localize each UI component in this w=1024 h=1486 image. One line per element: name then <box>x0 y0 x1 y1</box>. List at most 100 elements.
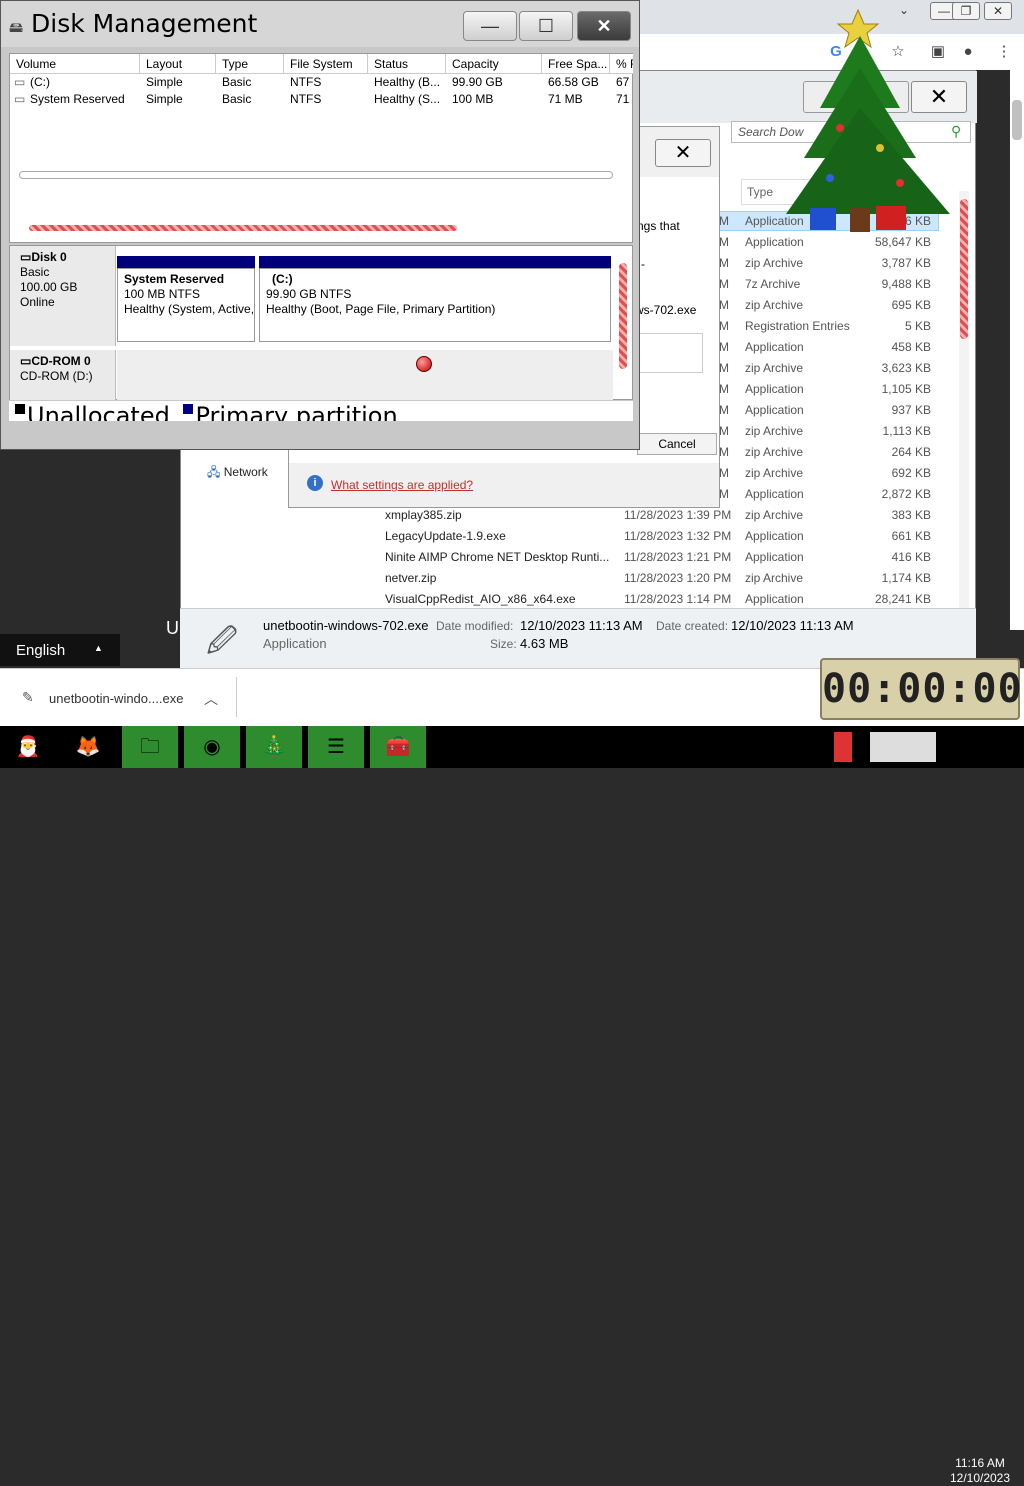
disk-vscroll-thumb[interactable] <box>619 263 627 369</box>
dm-title: Disk Management <box>31 9 258 38</box>
file-row[interactable]: LegacyUpdate-1.9.exe 11/28/2023 1:32 PM Ap… <box>181 526 961 547</box>
file-size: 1,174 KB <box>881 571 931 585</box>
download-filename[interactable]: unetbootin-windo....exe <box>49 691 183 706</box>
partial-column: M <box>719 298 729 312</box>
file-size: 661 KB <box>891 529 931 543</box>
partial-column: M <box>719 382 729 396</box>
column-header[interactable]: Volume <box>10 54 140 74</box>
unallocated-swatch <box>15 404 25 414</box>
file-type: zip Archive <box>745 508 804 522</box>
file-size: 3,623 KB <box>881 361 931 375</box>
column-header[interactable]: Capacity <box>446 54 542 74</box>
file-name: VisualCppRedist_AIO_x86_x64.exe <box>385 592 576 606</box>
volume-hscroll-thumb[interactable] <box>29 225 457 231</box>
file-row[interactable]: netver.zip 11/28/2023 1:20 PM zip Archive 1… <box>181 568 961 589</box>
legend: Unallocated Primary partition <box>9 401 633 421</box>
settings-applied-link[interactable]: What settings are applied? <box>331 478 473 492</box>
cancel-button[interactable]: Cancel <box>637 433 717 455</box>
file-row[interactable]: xmplay385.zip 11/28/2023 1:39 PM zip Archi… <box>181 505 961 526</box>
system-clock[interactable]: 11:16 AM 12/10/2023 <box>942 1456 1018 1486</box>
file-size: 264 KB <box>891 445 931 459</box>
volume-cell: Simple <box>146 92 183 106</box>
partial-column: M <box>719 403 729 417</box>
dialog-close-button[interactable]: ✕ <box>655 139 711 167</box>
details-modified: 12/10/2023 11:13 AM <box>520 618 643 633</box>
dialog-text-1: ngs that <box>637 219 680 233</box>
tray-icons[interactable] <box>870 732 936 762</box>
nav-network[interactable]: 🖧 Network <box>207 463 268 484</box>
countdown-timer[interactable]: 00:00:00 <box>820 658 1022 720</box>
file-size: 458 KB <box>891 340 931 354</box>
partition-system-reserved[interactable]: System Reserved 100 MB NTFS Healthy (Sys… <box>117 268 255 342</box>
disk0-label[interactable]: ▭Disk 0 Basic 100.00 GB Online <box>10 246 116 346</box>
column-header[interactable]: File System <box>284 54 368 74</box>
file-size: 5 KB <box>904 319 931 333</box>
volume-cell: Basic <box>222 92 252 106</box>
volume-list: Volume Layout Type File System Status Capacit… <box>9 53 634 243</box>
tray-flag-icon[interactable] <box>834 732 852 762</box>
explorer-scroll-thumb[interactable] <box>960 199 968 339</box>
column-header[interactable]: Layout <box>140 54 216 74</box>
partial-column: M <box>719 424 729 438</box>
toolbox-icon[interactable]: 🧰 <box>370 726 426 768</box>
volume-cell: 71 <box>616 92 630 106</box>
file-type: Application <box>745 529 804 543</box>
list-app-icon[interactable]: ☰ <box>308 726 364 768</box>
cdrom-label[interactable]: ▭CD-ROM 0 CD-ROM (D:) <box>10 350 116 400</box>
profile-icon[interactable]: ● <box>958 42 978 62</box>
download-divider <box>236 677 237 717</box>
dm-maximize-button[interactable]: ☐ <box>519 11 573 41</box>
disk0-state: Online <box>20 295 55 309</box>
details-modified-label: Date modified: <box>436 619 514 633</box>
browser-close-button[interactable]: ✕ <box>984 2 1012 20</box>
file-type: Registration Entries <box>745 319 850 333</box>
file-date: 11/28/2023 1:32 PM <box>624 529 732 543</box>
cursor-ball-icon <box>416 356 432 372</box>
volume-row[interactable]: (C:) Simple Basic NTFS Healthy (B... 99.90 GB… <box>10 74 630 91</box>
page-scroll-thumb[interactable] <box>1012 100 1022 140</box>
file-type: Application <box>745 340 804 354</box>
part2-name: (C:) <box>272 272 293 286</box>
file-size: 937 KB <box>891 403 931 417</box>
tree-app-icon[interactable]: 🎄 <box>246 726 302 768</box>
file-explorer-icon[interactable]: 🗀 <box>122 726 178 768</box>
volume-hscrollbar[interactable] <box>19 171 613 179</box>
column-header[interactable]: Free Spa... <box>542 54 610 74</box>
part2-bar <box>259 256 611 268</box>
column-header[interactable]: % F <box>610 54 634 74</box>
dialog-field[interactable] <box>635 333 703 373</box>
taskbar: 🎅 🦊 🗀 ◉ 🎄 ☰ 🧰 11:16 AM 12/10/2023 <box>0 726 1024 1485</box>
dm-close-button[interactable]: ✕ <box>577 11 631 41</box>
details-created-label: Date created: <box>656 619 729 633</box>
file-date: 11/28/2023 1:14 PM <box>624 592 732 606</box>
details-created: 12/10/2023 11:13 AM <box>731 618 854 633</box>
partial-column: M <box>719 361 729 375</box>
dm-minimize-button[interactable]: — <box>463 11 517 41</box>
partial-column: M <box>719 340 729 354</box>
usb-app-icon: 🖉 <box>206 625 238 658</box>
partition-c[interactable]: (C:) 99.90 GB NTFS Healthy (Boot, Page F… <box>259 268 611 342</box>
language-selector[interactable]: English ▲ <box>0 634 120 666</box>
legend-unallocated: Unallocated <box>27 402 170 421</box>
file-row[interactable]: VisualCppRedist_AIO_x86_x64.exe 11/28/202… <box>181 589 961 610</box>
file-size: 28,241 KB <box>874 592 931 606</box>
file-name: xmplay385.zip <box>385 508 462 522</box>
firefox-icon[interactable]: 🦊 <box>60 726 116 768</box>
column-header[interactable]: Type <box>216 54 284 74</box>
volume-cell: NTFS <box>290 92 322 106</box>
file-size: 1,105 KB <box>881 382 931 396</box>
disk0-size: 100.00 GB <box>20 280 78 294</box>
part2-size: 99.90 GB NTFS <box>266 287 352 301</box>
menu-icon[interactable]: ⋮ <box>994 42 1014 62</box>
start-santa-icon[interactable]: 🎅 <box>0 726 56 768</box>
file-type: Application <box>745 550 804 564</box>
clock-date: 12/10/2023 <box>949 1471 1011 1485</box>
volume-cell: (C:) <box>30 75 50 89</box>
file-row[interactable]: Ninite AIMP Chrome NET Desktop Runti... 1… <box>181 547 961 568</box>
page-scrollbar[interactable] <box>1010 70 1024 630</box>
volume-row[interactable]: System Reserved Simple Basic NTFS Healthy (S… <box>10 91 630 108</box>
download-chevron-up-icon[interactable]: ︿ <box>204 689 218 709</box>
chrome-icon[interactable]: ◉ <box>184 726 240 768</box>
file-name: LegacyUpdate-1.9.exe <box>385 529 506 543</box>
column-header[interactable]: Status <box>368 54 446 74</box>
